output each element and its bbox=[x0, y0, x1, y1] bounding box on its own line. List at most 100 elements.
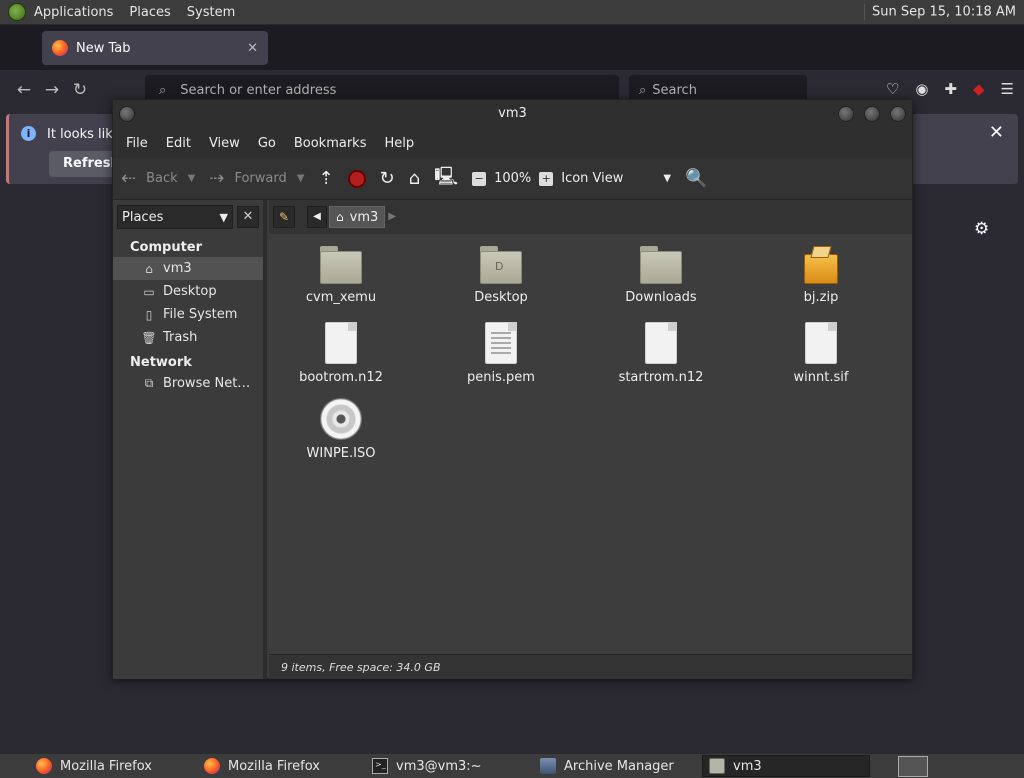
menu-go[interactable]: Go bbox=[249, 136, 285, 151]
search-icon: 🔍 bbox=[685, 168, 708, 189]
task-vm3[interactable]: vm3 bbox=[702, 755, 870, 777]
zoom-out-icon[interactable]: − bbox=[472, 171, 487, 186]
sidebar-item-file-system[interactable]: ▯ File System bbox=[113, 303, 263, 326]
minimize-icon[interactable] bbox=[838, 106, 854, 122]
breadcrumb[interactable]: ⌂ vm3 bbox=[329, 206, 386, 228]
file-name: WINPE.ISO bbox=[306, 446, 376, 461]
view-mode-select[interactable]: Icon View ▼ bbox=[561, 171, 671, 186]
gear-icon[interactable]: ⚙ bbox=[974, 219, 989, 239]
view-mode-label: Icon View bbox=[561, 171, 624, 186]
hamburger-menu-icon[interactable]: ☰ bbox=[1001, 80, 1014, 98]
file-item[interactable]: WINPE.ISO bbox=[281, 398, 401, 461]
notice-text: It looks like bbox=[47, 127, 121, 142]
home-button[interactable]: ⌂ bbox=[409, 168, 420, 189]
reload-icon[interactable]: ↻ bbox=[66, 80, 94, 100]
menu-file[interactable]: File bbox=[117, 136, 157, 151]
file-item[interactable]: startrom.n12 bbox=[601, 322, 721, 385]
folder-icon bbox=[320, 246, 362, 284]
chevron-down-icon[interactable]: ▼ bbox=[297, 173, 305, 184]
back-button[interactable]: ⇠ Back ▼ bbox=[121, 168, 195, 189]
search-icon: ⌕ bbox=[159, 82, 167, 98]
file-item[interactable]: Downloads bbox=[601, 246, 721, 305]
file-name: bj.zip bbox=[803, 290, 839, 305]
stop-icon bbox=[347, 169, 366, 188]
sidebar-item-label: vm3 bbox=[163, 261, 192, 276]
address-placeholder: Search or enter address bbox=[180, 82, 337, 98]
sidebar-item-browse-network[interactable]: ⧉ Browse Net… bbox=[113, 372, 263, 395]
computer-button[interactable]: 🖳 bbox=[434, 164, 458, 194]
close-notice-icon[interactable]: ✕ bbox=[989, 122, 1004, 143]
reload-button[interactable]: ↻ bbox=[380, 168, 395, 189]
menu-bookmarks[interactable]: Bookmarks bbox=[285, 136, 376, 151]
account-icon[interactable]: ◉ bbox=[915, 80, 928, 98]
maximize-icon[interactable] bbox=[864, 106, 880, 122]
file-view[interactable]: cvm_xemu D Desktop Downloads bj.zip boot… bbox=[269, 234, 912, 654]
back-arrow-icon[interactable]: ← bbox=[10, 80, 38, 100]
close-sidebar-icon[interactable]: ✕ bbox=[237, 206, 259, 228]
menu-view[interactable]: View bbox=[200, 136, 249, 151]
sidebar-item-label: Desktop bbox=[163, 284, 217, 299]
search-button[interactable]: 🔍 bbox=[685, 168, 717, 189]
task-label: Archive Manager bbox=[564, 758, 674, 774]
text-file-icon bbox=[485, 322, 517, 364]
file-item[interactable]: winnt.sif bbox=[761, 322, 881, 385]
zoom-control: − 100% + bbox=[472, 171, 554, 186]
sidebar-type-select[interactable]: Places ▼ bbox=[117, 205, 233, 229]
system-menu[interactable]: System bbox=[179, 5, 243, 20]
path-scroll-right-icon[interactable]: ▶ bbox=[385, 206, 399, 228]
menu-help[interactable]: Help bbox=[375, 136, 423, 151]
clock[interactable]: Sun Sep 15, 10:18 AM bbox=[856, 4, 1024, 20]
search-icon: ⌕ bbox=[639, 82, 647, 98]
file-icon bbox=[645, 322, 677, 364]
up-button[interactable]: ⇡ bbox=[318, 168, 333, 189]
status-bar: 9 items, Free space: 34.0 GB bbox=[269, 654, 912, 679]
task-firefox-2[interactable]: Mozilla Firefox bbox=[198, 755, 366, 777]
file-item[interactable]: bj.zip bbox=[761, 246, 881, 305]
window-menu-icon[interactable] bbox=[119, 106, 135, 122]
file-item[interactable]: D Desktop bbox=[441, 246, 561, 305]
stop-button[interactable] bbox=[347, 169, 366, 188]
folder-icon bbox=[640, 246, 682, 284]
reload-icon: ↻ bbox=[379, 168, 395, 189]
edit-location-icon[interactable]: ✎ bbox=[273, 206, 295, 228]
zoom-level: 100% bbox=[494, 171, 532, 186]
file-item[interactable]: cvm_xemu bbox=[281, 246, 401, 305]
window-titlebar[interactable]: vm3 bbox=[113, 100, 912, 128]
applications-menu[interactable]: Applications bbox=[26, 5, 121, 20]
forward-button[interactable]: ⇢ Forward ▼ bbox=[209, 168, 304, 189]
sidebar-item-vm3[interactable]: ⌂ vm3 bbox=[113, 257, 263, 280]
pane-divider[interactable] bbox=[263, 200, 267, 679]
sidebar-type-label: Places bbox=[122, 209, 164, 225]
tab-title: New Tab bbox=[76, 40, 131, 56]
sidebar-item-label: Browse Net… bbox=[163, 376, 251, 391]
workspace-switcher[interactable] bbox=[898, 756, 928, 777]
home-icon: ⌂ bbox=[145, 261, 153, 276]
close-tab-icon[interactable]: ✕ bbox=[247, 41, 258, 56]
pathbar: ✎ ◀ ⌂ vm3 ▶ bbox=[269, 200, 912, 234]
chevron-down-icon[interactable]: ▼ bbox=[188, 173, 196, 184]
firefox-tab[interactable]: New Tab ✕ bbox=[42, 31, 268, 65]
toolbar: ⇠ Back ▼ ⇢ Forward ▼ ⇡ ↻ ⌂ 🖳 − 100% + Ic… bbox=[113, 158, 912, 200]
places-menu[interactable]: Places bbox=[121, 5, 178, 20]
breadcrumb-label: vm3 bbox=[349, 209, 379, 225]
forward-arrow-icon[interactable]: → bbox=[38, 80, 66, 100]
zoom-in-icon[interactable]: + bbox=[539, 171, 554, 186]
pocket-icon[interactable]: ♡ bbox=[886, 80, 899, 98]
task-label: Mozilla Firefox bbox=[228, 758, 320, 774]
file-item[interactable]: bootrom.n12 bbox=[281, 322, 401, 385]
file-item[interactable]: penis.pem bbox=[441, 322, 561, 385]
task-terminal[interactable]: >_ vm3@vm3:~ bbox=[366, 755, 534, 777]
close-window-icon[interactable] bbox=[890, 106, 906, 122]
extensions-icon[interactable]: ✚ bbox=[944, 80, 957, 98]
sidebar-item-trash[interactable]: 🗑 Trash bbox=[113, 326, 263, 349]
sidebar-item-desktop[interactable]: ▭ Desktop bbox=[113, 280, 263, 303]
task-archive-manager[interactable]: Archive Manager bbox=[534, 755, 702, 777]
clock-text: Sun Sep 15, 10:18 AM bbox=[871, 4, 1016, 20]
distro-logo-icon[interactable] bbox=[8, 3, 26, 21]
task-firefox-1[interactable]: Mozilla Firefox bbox=[30, 755, 198, 777]
ublock-icon[interactable]: ◆ bbox=[973, 80, 985, 98]
window-title: vm3 bbox=[498, 106, 527, 121]
menu-edit[interactable]: Edit bbox=[157, 136, 200, 151]
sidebar-header: Places ▼ ✕ bbox=[113, 200, 263, 234]
path-scroll-left-icon[interactable]: ◀ bbox=[307, 206, 327, 228]
